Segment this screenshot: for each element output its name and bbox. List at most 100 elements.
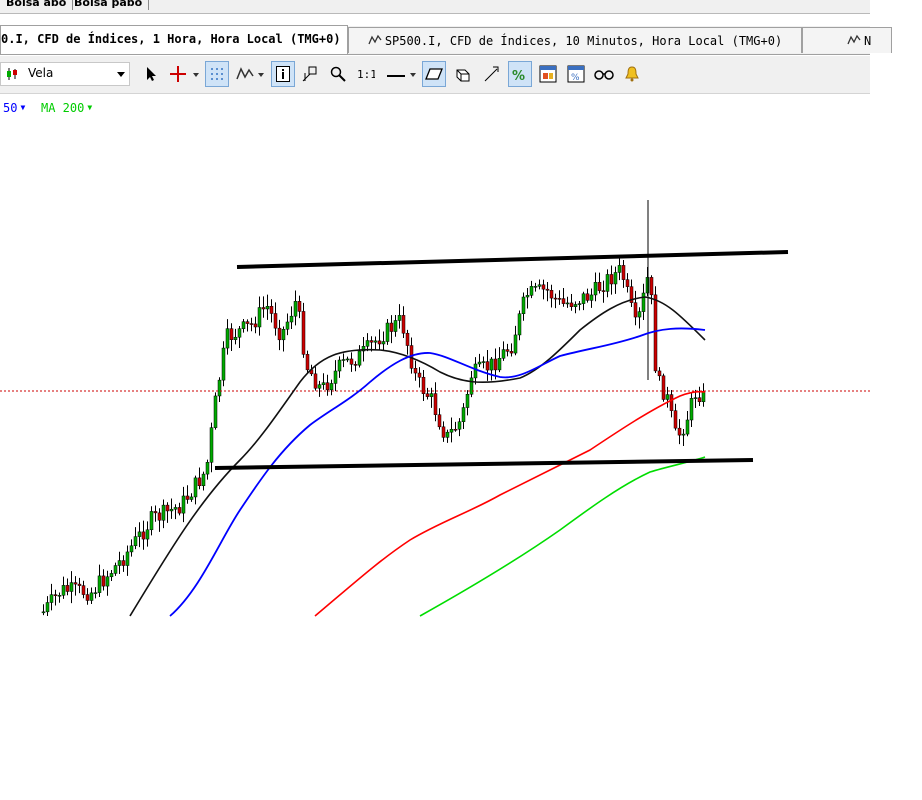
zoom-icon[interactable] [326,61,350,87]
candle-body [133,536,138,547]
candle-body [325,382,330,391]
glasses-icon[interactable] [592,61,616,87]
candle-body [405,332,410,346]
candle-body [481,361,486,363]
candle-body [605,274,610,292]
indicator-label: MA 200 [41,101,85,115]
candle-body [573,304,578,307]
indicator-ma200[interactable]: MA 200 ▼ [41,101,92,115]
candle-body [237,328,242,338]
indicator-ma50[interactable]: 50 ▼ [3,101,25,115]
tab-chart-1h[interactable]: 0.I, CFD de Índices, 1 Hora, Hora Local … [0,25,348,54]
candle-body [653,294,658,372]
candle-body [657,370,662,377]
candle-body [297,301,302,312]
candle-body [449,428,454,433]
alert-bell-icon[interactable] [620,61,644,87]
candle-body [397,315,402,321]
candle-body [533,286,538,288]
crosshair-dropdown[interactable] [193,61,201,87]
moving-average-green [419,456,706,617]
candle-body [225,328,230,349]
candle-body [121,560,126,566]
candle-body [433,393,438,415]
line-tool-dropdown[interactable] [410,61,418,87]
tab-chart-sp500-10m[interactable]: SP500.I, CFD de Índices, 10 Minutos, Hor… [348,27,802,53]
candle-body [473,363,478,379]
info-icon[interactable] [271,61,295,87]
top-button-2[interactable]: Bolsa pabo [68,0,150,10]
candle-body [373,340,378,343]
trendline-tool-icon[interactable] [298,61,322,87]
candle-body [137,531,142,537]
trade-icon[interactable]: % [508,61,532,87]
line-chart-icon [368,34,382,45]
cursor-icon[interactable] [140,61,164,87]
candle-body [505,349,510,352]
candle-body [565,302,570,305]
candle-body [665,394,670,400]
indicator-label: 50 [3,101,18,115]
candlestick-icon [7,68,17,80]
candle-body [177,507,182,514]
candle-body [341,359,346,361]
candle-body [285,321,290,330]
tab-label: SP500.I, CFD de Índices, 10 Minutos, Hor… [384,34,783,48]
candle-body [701,391,706,403]
candle-body [65,585,70,592]
candle-body [281,329,286,341]
candle-body [269,306,274,314]
candle-body [181,495,186,514]
candle-body [477,361,482,365]
crosshair-icon[interactable] [166,61,190,87]
candle-body [461,407,466,422]
candle-body [453,428,458,431]
chart-type-select[interactable]: Vela [0,62,130,86]
candle-body [525,295,530,298]
candle-body [493,358,498,371]
candle-body [293,301,298,317]
candle-body [385,322,390,342]
eraser-icon[interactable] [422,61,446,87]
candle-body [469,377,474,395]
candle-body [681,433,686,436]
candle-body [265,306,270,310]
scale-icon[interactable]: 1:1 [354,61,378,87]
candle-body [105,576,110,587]
window-icon[interactable] [536,61,560,87]
candle-body [73,582,78,585]
tab-chart-3[interactable]: N [802,27,892,53]
candle-body [229,328,234,340]
indicator-icon[interactable] [233,61,257,87]
candle-body [61,585,66,596]
candle-body [633,302,638,318]
candle-body [561,298,566,304]
candle-body [169,508,174,512]
window-alt-icon[interactable]: % [564,61,588,87]
top-button-1[interactable]: Bolsa abo [0,0,74,10]
candle-body [253,323,258,328]
candle-body [165,504,170,512]
fibonacci-icon[interactable] [480,61,504,87]
svg-text:%: % [571,73,580,83]
candle-body [621,265,626,280]
candle-body [261,307,266,310]
candle-body [301,311,306,355]
grid-icon[interactable] [205,61,229,87]
candle-body [149,511,154,531]
candle-body [569,302,574,307]
candle-body [509,351,514,354]
candle-body [233,336,238,340]
candle-body [401,315,406,334]
candle-body [649,277,654,296]
line-tool-icon[interactable] [384,61,408,87]
indicator-dropdown[interactable] [258,61,266,87]
price-chart[interactable] [0,120,870,620]
candle-body [541,284,546,290]
chevron-down-icon [117,72,125,77]
resistance-trendline [236,250,789,269]
candle-body [393,320,398,332]
cube-icon[interactable] [450,61,474,87]
candle-body [189,496,194,500]
candle-body [345,358,350,361]
